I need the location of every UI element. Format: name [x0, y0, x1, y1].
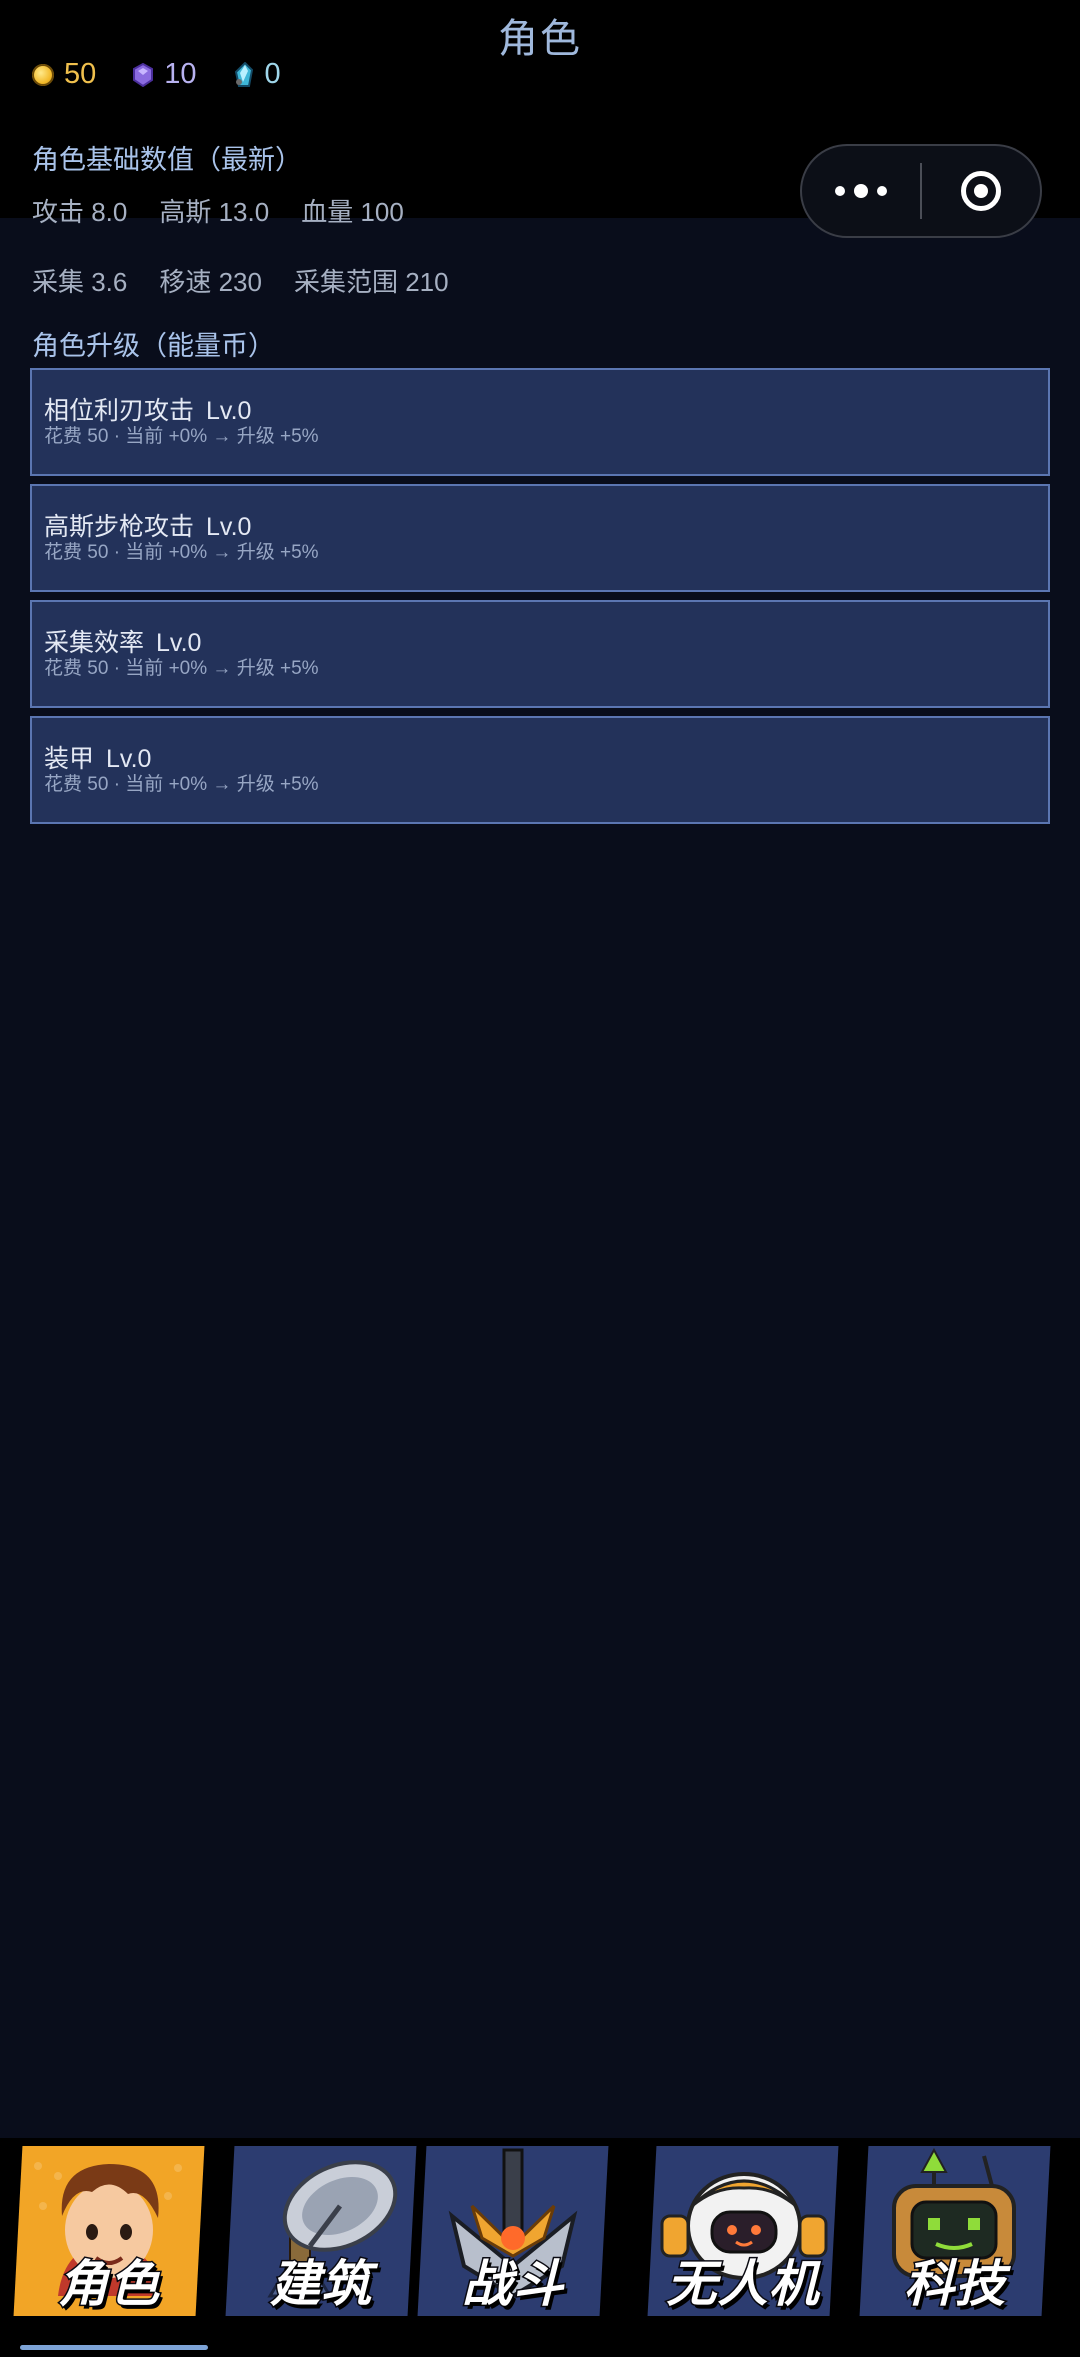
gem-icon	[132, 62, 154, 87]
stat-hp: 血量 100	[301, 197, 404, 227]
close-miniprogram-button[interactable]	[922, 146, 1040, 236]
crystal-counter: 0	[233, 58, 281, 91]
target-ring-icon	[961, 171, 1001, 211]
more-dots-icon	[835, 184, 887, 198]
upgrade-card-gauss-rifle[interactable]: 高斯步枪攻击 Lv.0 花费 50 · 当前 +0% → 升级 +5%	[30, 484, 1050, 592]
stat-attack: 攻击 8.0	[32, 197, 128, 227]
crystal-value: 0	[264, 58, 281, 90]
upgrade-name: 采集效率	[44, 629, 145, 657]
tab-drone[interactable]: 无人机	[647, 2146, 839, 2332]
upgrade-section-title: 角色升级（能量币）	[32, 331, 275, 361]
tab-label: 科技	[903, 2255, 1007, 2314]
upgrade-name-line: 高斯步枪攻击 Lv.0	[44, 512, 1048, 542]
active-tab-indicator	[20, 2345, 208, 2350]
upgrade-cost-info: 花费 50 · 当前 +0% → 升级 +5%	[44, 658, 319, 679]
upgrade-list: 相位利刃攻击 Lv.0 花费 50 · 当前 +0% → 升级 +5% 高斯步枪攻…	[30, 368, 1050, 832]
coin-value: 50	[64, 58, 97, 90]
gem-value: 10	[164, 58, 197, 90]
upgrade-card-phase-blade[interactable]: 相位利刃攻击 Lv.0 花费 50 · 当前 +0% → 升级 +5%	[30, 368, 1050, 476]
tab-character[interactable]: 角色	[13, 2146, 205, 2332]
gem-counter: 10	[132, 58, 197, 91]
upgrade-card-gather-efficiency[interactable]: 采集效率 Lv.0 花费 50 · 当前 +0% → 升级 +5%	[30, 600, 1050, 708]
coin-counter: 50	[32, 58, 96, 91]
upgrade-name: 装甲	[44, 745, 95, 773]
upgrade-cost-info: 花费 50 · 当前 +0% → 升级 +5%	[44, 774, 319, 795]
app-root: 角色 50 10 0 角色基础数值（最新） 攻击 8.0 高斯 13.0 血量 …	[0, 0, 1080, 2357]
miniprogram-capsule-menu	[800, 144, 1042, 238]
bottom-tab-bar: 角色 建筑 战斗 无人机 科技	[0, 2138, 1080, 2357]
stats-row-1: 攻击 8.0 高斯 13.0 血量 100	[32, 192, 404, 229]
coin-icon	[32, 63, 54, 86]
page-title: 角色	[498, 17, 582, 61]
stat-gauss: 高斯 13.0	[159, 197, 270, 227]
upgrade-name-line: 采集效率 Lv.0	[44, 628, 1048, 658]
upgrade-name-line: 相位利刃攻击 Lv.0	[44, 396, 1048, 426]
stat-move-speed: 移速 230	[159, 267, 262, 297]
tab-technology[interactable]: 科技	[859, 2146, 1051, 2332]
currency-bar: 50 10 0	[32, 58, 281, 91]
upgrade-level: Lv.0	[206, 513, 252, 541]
tab-label: 建筑	[269, 2255, 373, 2314]
stats-row-2: 采集 3.6 移速 230 采集范围 210	[32, 262, 449, 299]
tab-battle[interactable]: 战斗	[417, 2146, 609, 2332]
upgrade-name: 相位利刃攻击	[44, 397, 195, 425]
stat-gather-range: 采集范围 210	[293, 267, 449, 297]
tab-label: 无人机	[665, 2255, 820, 2314]
tab-building[interactable]: 建筑	[225, 2146, 417, 2332]
upgrade-cost-info: 花费 50 · 当前 +0% → 升级 +5%	[44, 542, 319, 563]
upgrade-name-line: 装甲 Lv.0	[44, 744, 1048, 774]
more-options-button[interactable]	[802, 146, 920, 236]
upgrade-level: Lv.0	[106, 745, 152, 773]
stat-gather: 采集 3.6	[32, 267, 128, 297]
crystal-icon	[233, 61, 255, 88]
tab-label: 角色	[57, 2255, 161, 2314]
upgrade-level: Lv.0	[206, 397, 252, 425]
upgrade-cost-info: 花费 50 · 当前 +0% → 升级 +5%	[44, 426, 319, 447]
upgrade-card-armor[interactable]: 装甲 Lv.0 花费 50 · 当前 +0% → 升级 +5%	[30, 716, 1050, 824]
stats-section-title: 角色基础数值（最新）	[32, 145, 302, 175]
upgrade-level: Lv.0	[156, 629, 202, 657]
upgrade-name: 高斯步枪攻击	[44, 513, 195, 541]
tab-label: 战斗	[461, 2255, 565, 2314]
